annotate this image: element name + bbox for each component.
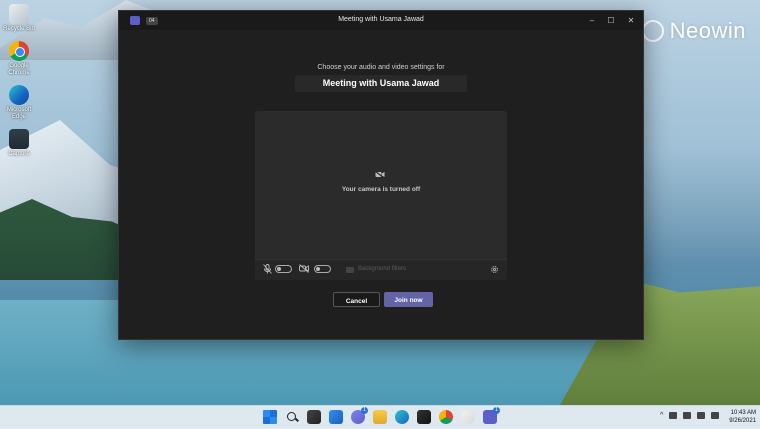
desktop-icons: Recycle Bin Google Chrome Microsoft Edge…: [2, 4, 36, 166]
desktop-icon-edge[interactable]: Microsoft Edge: [2, 85, 36, 121]
video-off-icon[interactable]: [299, 264, 309, 273]
desktop-icon-recycle-bin[interactable]: Recycle Bin: [2, 4, 36, 33]
clock-time: 10:43 AM: [730, 410, 756, 416]
taskbar-apps: 1 1: [263, 407, 500, 424]
start-button[interactable]: [263, 410, 277, 424]
neowin-watermark: Neowin: [641, 18, 746, 44]
teams-badge: 1: [493, 407, 500, 414]
file-explorer-icon[interactable]: [373, 410, 387, 424]
background-filters-button[interactable]: Background filters: [358, 266, 406, 272]
desktop-icon-chrome[interactable]: Google Chrome: [2, 41, 36, 77]
desktop-icon-label: Capture: [8, 151, 30, 157]
neowin-text: Neowin: [669, 18, 746, 43]
camera-off-icon: [375, 171, 385, 178]
desktop-icon-label: Recycle Bin: [3, 26, 35, 32]
chrome-taskbar-icon[interactable]: [439, 410, 453, 424]
desktop-icon-capture[interactable]: Capture: [2, 129, 36, 158]
maximize-button[interactable]: ☐: [604, 14, 618, 27]
window-title: Meeting with Usama Jawad: [338, 16, 424, 23]
camera-toggle[interactable]: [314, 265, 331, 273]
close-button[interactable]: ✕: [624, 14, 638, 27]
chrome-icon: [9, 41, 29, 61]
video-preview: Your camera is turned off Background fil…: [255, 111, 507, 280]
widgets-icon[interactable]: [329, 410, 343, 424]
capture-icon: [9, 129, 29, 149]
edge-icon: [9, 85, 29, 105]
device-controls-bar: Background filters: [255, 259, 507, 280]
cancel-button[interactable]: Cancel: [333, 292, 380, 307]
clock-date: 9/26/2021: [729, 418, 756, 424]
title-bar[interactable]: 04 Meeting with Usama Jawad – ☐ ✕: [119, 11, 643, 30]
camera-status-text: Your camera is turned off: [341, 186, 421, 193]
wifi-icon[interactable]: [683, 412, 692, 419]
volume-icon[interactable]: [697, 412, 706, 419]
battery-icon[interactable]: [711, 412, 720, 419]
search-icon[interactable]: [285, 410, 299, 424]
teams-taskbar-icon[interactable]: 1: [483, 407, 500, 424]
gear-icon[interactable]: [490, 265, 499, 274]
task-view-icon[interactable]: [307, 410, 321, 424]
cloud-icon[interactable]: [669, 412, 678, 419]
mic-toggle[interactable]: [275, 265, 292, 273]
minimize-button[interactable]: –: [585, 14, 599, 27]
recycle-bin-icon: [9, 4, 29, 24]
edge-taskbar-icon[interactable]: [395, 410, 409, 424]
teams-window: 04 Meeting with Usama Jawad – ☐ ✕ Choose…: [118, 10, 644, 340]
meeting-name: Meeting with Usama Jawad: [295, 75, 467, 92]
clock[interactable]: 10:43 AM 9/26/2021: [722, 409, 756, 425]
system-tray: ^: [660, 412, 720, 419]
neowin-logo-icon: [641, 20, 664, 42]
chevron-up-icon[interactable]: ^: [660, 412, 663, 419]
join-now-button[interactable]: Join now: [384, 292, 433, 307]
prejoin-subtitle: Choose your audio and video settings for: [317, 64, 445, 71]
chat-icon[interactable]: 1: [351, 407, 368, 424]
background-filters-icon: [346, 267, 354, 273]
chat-badge: 1: [361, 407, 368, 414]
store-icon[interactable]: [417, 410, 431, 424]
paint-icon[interactable]: [461, 410, 475, 424]
desktop-icon-label: Microsoft Edge: [6, 107, 32, 120]
taskbar: 1 1 ^ 10:43 AM 9/26/2021: [0, 405, 760, 429]
mic-off-icon[interactable]: [263, 264, 272, 274]
desktop-icon-label: Google Chrome: [8, 63, 30, 76]
